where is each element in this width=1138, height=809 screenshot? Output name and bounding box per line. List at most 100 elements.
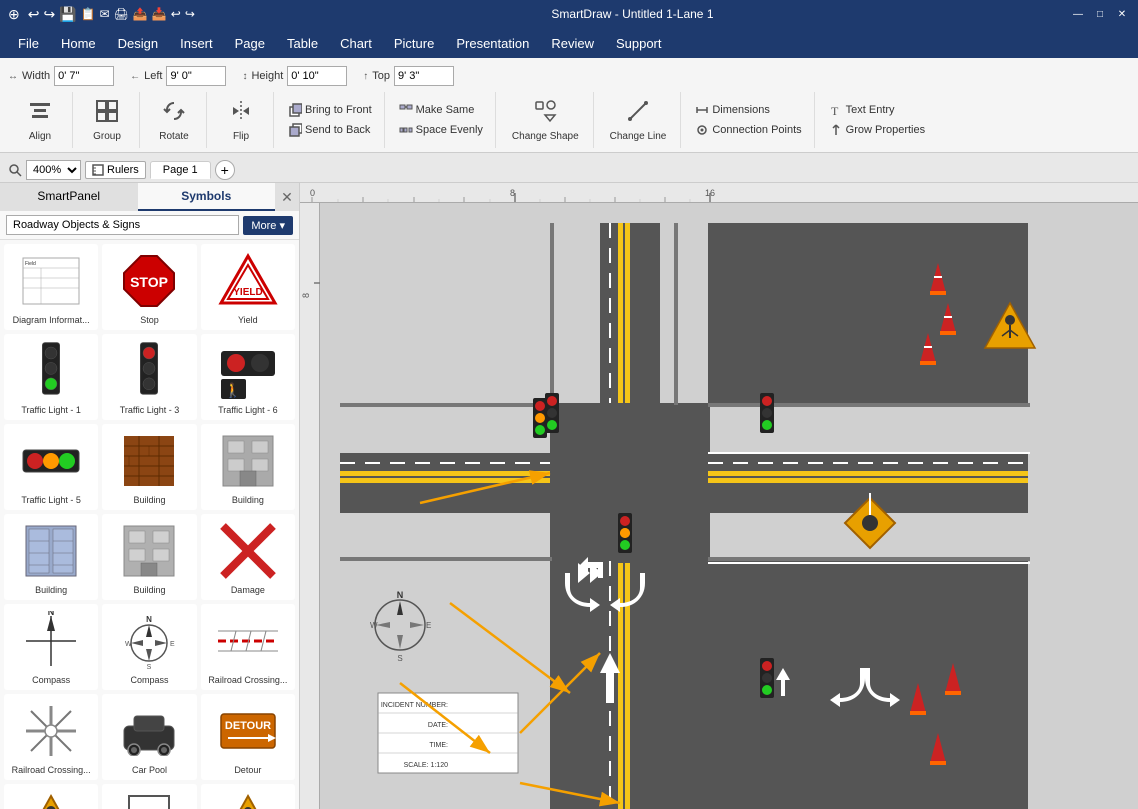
list-item[interactable]: Traffic Light - 5 — [4, 424, 98, 510]
traffic-light-3-label: Traffic Light - 3 — [120, 405, 180, 415]
building-4-symbol — [117, 519, 181, 583]
rulers-icon — [92, 164, 104, 176]
minimize-btn[interactable]: — — [1070, 6, 1086, 22]
list-item[interactable]: Field Diagram Informat... — [4, 244, 98, 330]
space-evenly-button[interactable]: Space Evenly — [395, 121, 487, 139]
list-item[interactable]: Railroad Crossing... — [4, 694, 98, 780]
app-title: SmartDraw - Untitled 1-Lane 1 — [195, 7, 1070, 21]
more-button[interactable]: More ▾ — [243, 216, 293, 235]
list-item[interactable]: STOP Stop — [102, 244, 196, 330]
change-shape-button[interactable]: Change Shape — [506, 95, 585, 146]
text-entry-button[interactable]: T Text Entry — [825, 101, 929, 119]
list-item[interactable]: N S W E Compass — [102, 604, 196, 690]
list-item[interactable]: Flag Man Ahead — [4, 784, 98, 809]
window-controls[interactable]: — □ ✕ — [1070, 6, 1130, 22]
category-dropdown[interactable]: Roadway Objects & Signs — [6, 215, 239, 235]
list-item[interactable]: Damage — [201, 514, 295, 600]
menu-item-page[interactable]: Page — [225, 32, 275, 55]
list-item[interactable]: Traffic Light - 1 — [4, 334, 98, 420]
zoom-control[interactable]: 400% 200% 100% 75% 50% — [8, 160, 81, 180]
change-shape-icon — [533, 99, 557, 129]
flip-button[interactable]: Flip — [217, 95, 265, 146]
list-item[interactable]: YIELD Yield — [201, 244, 295, 330]
yield-label: Yield — [238, 315, 258, 325]
list-item[interactable]: Building — [102, 424, 196, 510]
list-item[interactable]: N Compass — [4, 604, 98, 690]
damage-label: Damage — [231, 585, 265, 595]
panel-close-button[interactable]: ✕ — [275, 183, 299, 211]
list-item[interactable]: Traffic Light - 3 — [102, 334, 196, 420]
list-item[interactable]: Building — [201, 424, 295, 510]
symbols-tab[interactable]: Symbols — [138, 183, 276, 211]
list-item[interactable]: Men Working — [201, 784, 295, 809]
left-label: Left — [144, 70, 162, 82]
diagram-viewport: N S W E INCIDENT NUMBER: DATE: TIME: SCA… — [320, 203, 1138, 809]
menu-item-review[interactable]: Review — [541, 32, 604, 55]
car-pool-symbol — [117, 699, 181, 763]
traffic-light-5-symbol — [19, 429, 83, 493]
change-line-button[interactable]: Change Line — [604, 95, 673, 146]
yield-symbol: YIELD — [216, 249, 280, 313]
width-input[interactable] — [54, 66, 114, 86]
ribbon: ↔ Width ← Left ↕ Height ↑ Top Align — [0, 58, 1138, 153]
railroad-cross-label: Railroad Crossing... — [208, 675, 287, 685]
grow-properties-button[interactable]: Grow Properties — [825, 121, 929, 139]
menu-item-insert[interactable]: Insert — [170, 32, 223, 55]
diagram-info-symbol: Field — [19, 249, 83, 313]
list-item[interactable]: Building — [102, 514, 196, 600]
change-line-icon — [626, 99, 650, 129]
height-input[interactable] — [287, 66, 347, 86]
rotate-button[interactable]: Rotate — [150, 95, 198, 146]
diagram-info-label: Diagram Informat... — [13, 315, 90, 325]
menu-item-presentation[interactable]: Presentation — [446, 32, 539, 55]
list-item[interactable]: Railroad Crossing... — [201, 604, 295, 690]
align-button[interactable]: Align — [16, 95, 64, 146]
menu-item-design[interactable]: Design — [108, 32, 168, 55]
menu-bar: FileHomeDesignInsertPageTableChartPictur… — [0, 28, 1138, 58]
menu-item-home[interactable]: Home — [51, 32, 106, 55]
maximize-btn[interactable]: □ — [1092, 6, 1108, 22]
bring-front-button[interactable]: Bring to Front — [284, 101, 376, 119]
compass-1-symbol: N — [19, 609, 83, 673]
svg-text:W: W — [125, 641, 132, 648]
canvas-area[interactable]: 0 8 16 — [300, 183, 1138, 809]
svg-text:🚶: 🚶 — [224, 382, 241, 399]
group-button[interactable]: Group — [83, 95, 131, 146]
menu-item-table[interactable]: Table — [277, 32, 328, 55]
rulers-button[interactable]: Rulers — [85, 161, 146, 179]
send-back-button[interactable]: Send to Back — [284, 121, 376, 139]
smartpanel-tab[interactable]: SmartPanel — [0, 183, 138, 211]
connection-points-button[interactable]: Connection Points — [691, 121, 805, 139]
rotate-label: Rotate — [159, 131, 188, 142]
svg-text:SCALE: 1:120: SCALE: 1:120 — [404, 762, 448, 769]
menu-item-chart[interactable]: Chart — [330, 32, 382, 55]
building-3-label: Building — [35, 585, 67, 595]
svg-text:W: W — [370, 621, 378, 630]
top-input[interactable] — [394, 66, 454, 86]
list-item[interactable]: DETOUR Detour — [201, 694, 295, 780]
zoom-select[interactable]: 400% 200% 100% 75% 50% — [26, 160, 81, 180]
compass-2-label: Compass — [130, 675, 168, 685]
quick-access-toolbar[interactable]: ⊕ ↩ ↪ 💾 📋 ✉ 🖨 📤 📥 ↩ ↪ — [8, 6, 195, 23]
svg-text:DATE:: DATE: — [428, 722, 448, 729]
make-same-button[interactable]: Make Same — [395, 101, 487, 119]
close-btn[interactable]: ✕ — [1114, 6, 1130, 22]
list-item[interactable]: 🚶 Traffic Light - 6 — [201, 334, 295, 420]
make-same-icon — [399, 103, 413, 117]
left-input[interactable] — [166, 66, 226, 86]
menu-item-support[interactable]: Support — [606, 32, 672, 55]
list-item[interactable]: High Shield — [102, 784, 196, 809]
dimensions-button[interactable]: Dimensions — [691, 101, 805, 119]
menu-item-picture[interactable]: Picture — [384, 32, 444, 55]
page-1-tab[interactable]: Page 1 — [150, 161, 211, 179]
menu-item-file[interactable]: File — [8, 32, 49, 55]
horizontal-ruler: 0 8 16 — [300, 183, 1138, 203]
ribbon-group-text: T Text Entry Grow Properties — [817, 92, 937, 148]
add-page-button[interactable]: + — [215, 160, 235, 180]
list-item[interactable]: Car Pool — [102, 694, 196, 780]
list-item[interactable]: Building — [4, 514, 98, 600]
road-diagram: N S W E INCIDENT NUMBER: DATE: TIME: SCA… — [320, 203, 1138, 809]
flag-man-symbol — [19, 789, 83, 809]
bring-front-label: Bring to Front — [305, 104, 372, 116]
ribbon-group-spacing: Make Same Space Evenly — [387, 92, 496, 148]
